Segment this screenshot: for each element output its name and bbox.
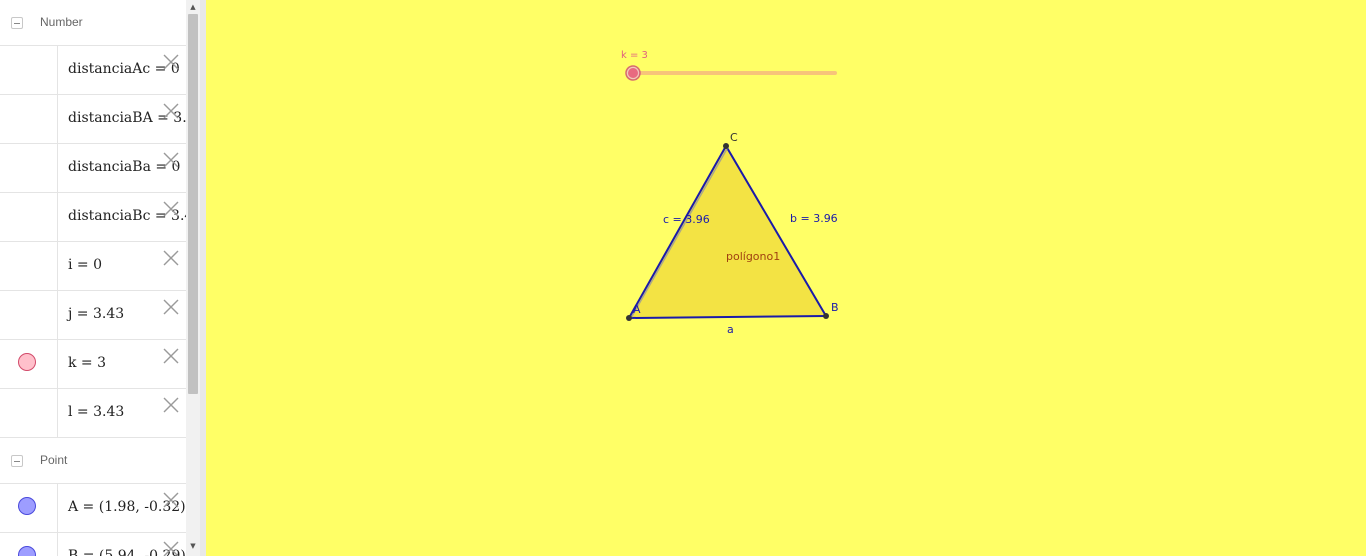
group-label: Number [40, 15, 83, 29]
visibility-marble-cell[interactable] [0, 144, 58, 192]
scroll-thumb[interactable] [188, 14, 198, 394]
group-header-number[interactable]: Number [0, 0, 186, 46]
polygon-poligono1[interactable] [629, 146, 826, 318]
visibility-marble-cell[interactable] [0, 46, 58, 94]
visibility-marble-cell[interactable] [0, 193, 58, 241]
point-C-label: C [730, 131, 738, 144]
close-x-icon[interactable] [161, 490, 181, 510]
close-x-icon[interactable] [161, 395, 181, 415]
visibility-marble-cell[interactable] [0, 340, 58, 388]
visibility-marble-cell[interactable] [0, 389, 58, 437]
scroll-down-icon[interactable]: ▼ [188, 541, 198, 551]
point-C[interactable] [723, 143, 729, 149]
slider-label: k = 3 [621, 50, 648, 61]
algebra-item-row[interactable]: B = (5.94, -0.29) [0, 533, 186, 556]
algebra-item-text[interactable]: l = 3.43 [68, 404, 124, 420]
algebra-item-row[interactable]: distanciaBA = 3.96 [0, 95, 200, 144]
graphics-canvas[interactable]: k = 3 polígono1 a b = 3.96 c = 3.96 A B … [206, 0, 1366, 556]
point-B[interactable] [823, 313, 829, 319]
close-x-icon[interactable] [161, 52, 181, 72]
scroll-up-icon[interactable]: ▲ [188, 2, 198, 12]
close-x-icon[interactable] [161, 346, 181, 366]
algebra-item-text[interactable]: i = 0 [68, 257, 102, 273]
close-x-icon[interactable] [161, 248, 181, 268]
point-B-label: B [831, 301, 839, 314]
close-x-icon[interactable] [161, 101, 181, 121]
algebra-item-row[interactable]: l = 3.43 [0, 389, 186, 438]
close-x-icon[interactable] [161, 297, 181, 317]
visibility-marble-cell[interactable] [0, 291, 58, 339]
segment-c-label: c = 3.96 [663, 213, 710, 226]
close-x-icon[interactable] [161, 539, 181, 556]
group-header-point[interactable]: Point [0, 438, 186, 484]
algebra-list: Number distanciaAc = 0 distanciaBA = 3.96 d… [0, 0, 200, 556]
slider-knob-core[interactable] [628, 68, 638, 78]
visibility-marble-icon[interactable] [18, 353, 36, 371]
collapse-minus-icon[interactable] [11, 17, 23, 29]
algebra-item-row[interactable]: distanciaBc = 3.43 [0, 193, 200, 242]
visibility-marble-cell[interactable] [0, 484, 58, 532]
segment-b-label: b = 3.96 [790, 212, 838, 225]
visibility-marble-cell[interactable] [0, 533, 58, 556]
graphics-view[interactable]: k = 3 polígono1 a b = 3.96 c = 3.96 A B … [206, 0, 1366, 556]
collapse-minus-icon[interactable] [11, 455, 23, 467]
visibility-marble-cell[interactable] [0, 242, 58, 290]
close-x-icon[interactable] [161, 150, 181, 170]
polygon-label: polígono1 [726, 250, 780, 263]
point-A-label: A [633, 303, 641, 316]
point-A[interactable] [626, 315, 632, 321]
algebra-item-row[interactable]: j = 3.43 [0, 291, 186, 340]
visibility-marble-icon[interactable] [18, 497, 36, 515]
close-x-icon[interactable] [161, 199, 181, 219]
algebra-item-text[interactable]: j = 3.43 [68, 306, 124, 322]
algebra-view: Number distanciaAc = 0 distanciaBA = 3.96 d… [0, 0, 200, 556]
algebra-item-row[interactable]: A = (1.98, -0.32) [0, 484, 186, 533]
visibility-marble-icon[interactable] [18, 546, 36, 556]
algebra-item-text[interactable]: k = 3 [68, 355, 106, 371]
algebra-scrollbar[interactable]: ▲ ▼ [186, 0, 200, 556]
algebra-item-row[interactable]: i = 0 [0, 242, 186, 291]
visibility-marble-cell[interactable] [0, 95, 58, 143]
algebra-item-row[interactable]: distanciaAc = 0 [0, 46, 186, 95]
segment-a-label: a [727, 323, 734, 336]
algebra-item-row[interactable]: k = 3 [0, 340, 186, 389]
group-label: Point [40, 453, 68, 467]
algebra-item-row[interactable]: distanciaBa = 0 [0, 144, 186, 193]
